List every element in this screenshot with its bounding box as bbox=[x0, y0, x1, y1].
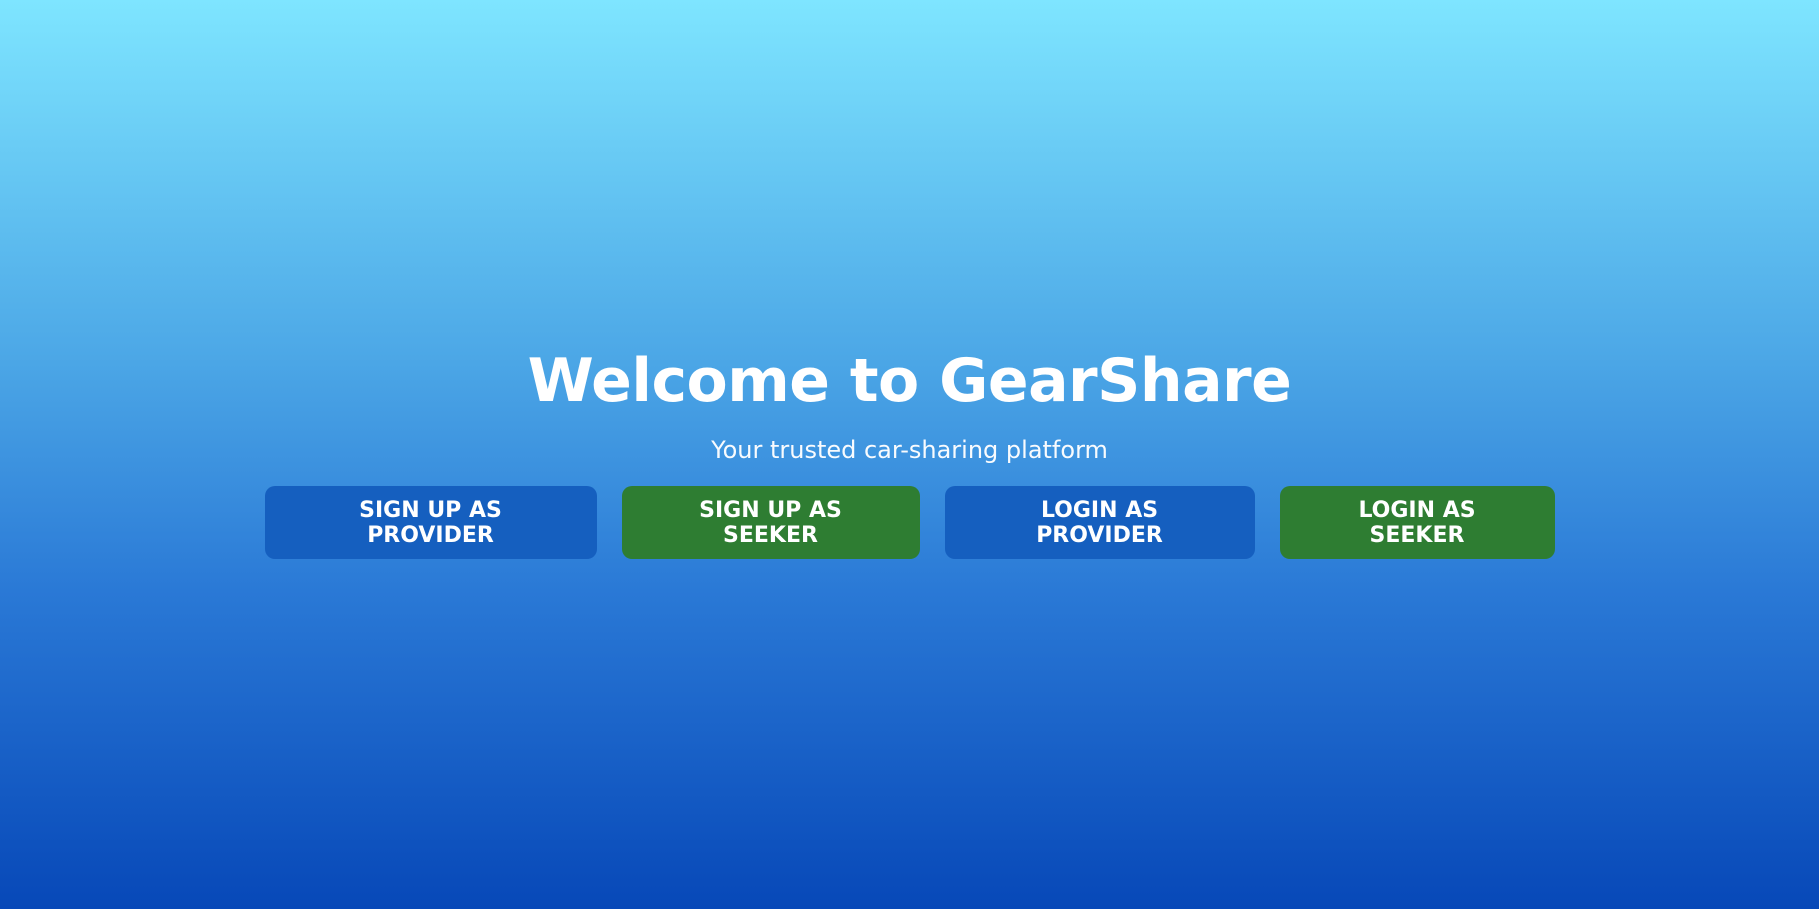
signup-seeker-button[interactable]: SIGN UP AS SEEKER bbox=[621, 486, 920, 559]
signup-provider-button[interactable]: SIGN UP AS PROVIDER bbox=[264, 486, 597, 559]
login-provider-button[interactable]: LOGIN AS PROVIDER bbox=[944, 486, 1255, 559]
login-seeker-button[interactable]: LOGIN AS SEEKER bbox=[1279, 486, 1555, 559]
action-buttons: SIGN UP AS PROVIDER SIGN UP AS SEEKER LO… bbox=[264, 486, 1555, 559]
page-title: Welcome to GearShare bbox=[527, 346, 1292, 416]
page-subtitle: Your trusted car-sharing platform bbox=[711, 436, 1108, 464]
hero-section: Welcome to GearShare Your trusted car-sh… bbox=[0, 346, 1819, 559]
